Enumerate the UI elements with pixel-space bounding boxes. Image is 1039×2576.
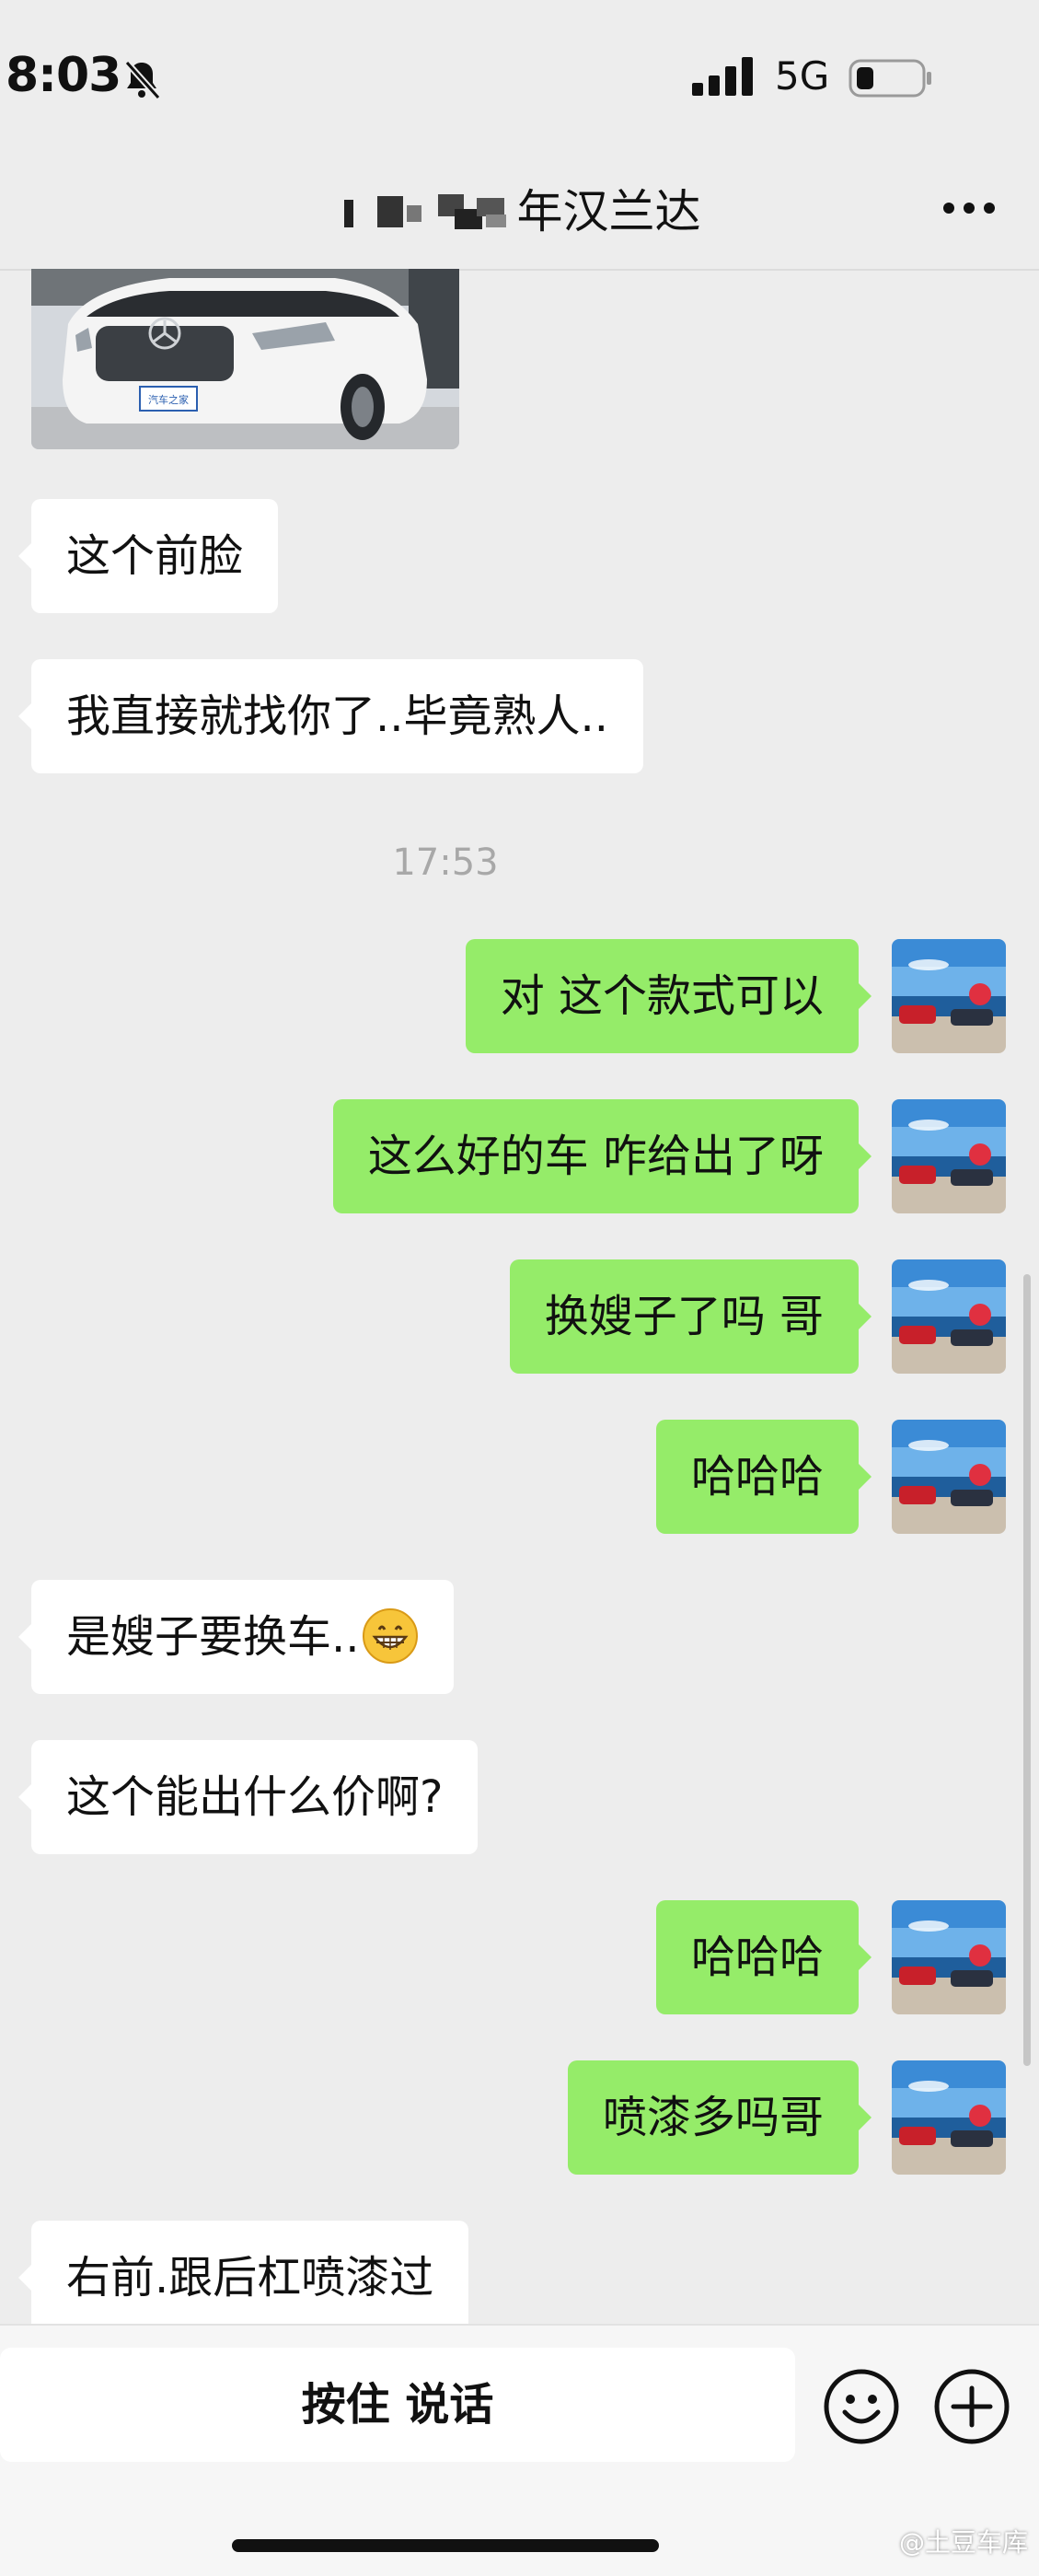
car-photo: 汽车之家 [31,269,459,449]
avatar-image [892,1259,1006,1374]
message-timestamp: 17:53 [392,841,499,884]
message-bubble-outgoing[interactable]: 这么好的车 咋给出了呀 [332,1099,872,1213]
grin-emoji-icon [362,1608,418,1664]
more-icon[interactable] [941,201,997,215]
avatar-image [892,1099,1006,1213]
status-bar: 8:03 5G [0,0,1039,147]
status-time: 8:03 [6,48,121,103]
watermark: @土豆车库 [898,2527,1028,2558]
message-bubble-outgoing[interactable]: 哈哈哈 [655,1900,872,2014]
avatar[interactable] [892,1420,1006,1534]
network-label: 5G [775,53,830,99]
car-photo-message[interactable]: 汽车之家 [31,269,459,449]
avatar[interactable] [892,1900,1006,2014]
chat-title: 年汉兰达 [0,175,1039,241]
message-list[interactable]: 汽车之家 这个前脸 我直接就找你了..毕竟熟人.. 17:53 对 这个款式可以… [0,269,1039,2324]
plus-icon[interactable] [933,2368,1010,2445]
message-bubble-incoming[interactable]: 右前.跟后杠喷漆过 [17,2221,469,2324]
redacted-name [343,193,506,229]
message-bubble-outgoing[interactable]: 喷漆多吗哥 [567,2060,872,2175]
message-bubble-incoming[interactable]: 我直接就找你了..毕竟熟人.. [17,659,644,773]
avatar-image [892,939,1006,1053]
message-text: 是嫂子要换车.. [66,1611,360,1663]
message-bubble-incoming[interactable]: 是嫂子要换车.. [18,1580,454,1694]
plate-text: 汽车之家 [148,393,189,406]
message-bubble-incoming[interactable]: 这个前脸 [17,499,279,613]
hold-to-talk-button[interactable]: 按住 说话 [0,2348,795,2462]
avatar[interactable] [892,939,1006,1053]
message-bubble-outgoing[interactable]: 换嫂子了吗 哥 [509,1259,872,1374]
signal-icon [692,57,753,96]
avatar[interactable] [892,2060,1006,2175]
message-bubble-outgoing[interactable]: 对 这个款式可以 [465,939,872,1053]
bell-slash-icon [124,60,161,100]
scrollbar[interactable] [1023,1274,1031,2066]
message-bubble-outgoing[interactable]: 哈哈哈 [655,1420,872,1534]
avatar[interactable] [892,1099,1006,1213]
battery-icon [849,59,931,98]
input-bar: 按住 说话 [0,2324,1039,2576]
avatar-image [892,1900,1006,2014]
avatar[interactable] [892,1259,1006,1374]
avatar-image [892,1420,1006,1534]
home-indicator[interactable] [232,2539,659,2552]
chat-header: 年汉兰达 [0,147,1039,271]
chat-title-text: 年汉兰达 [516,185,701,238]
message-bubble-incoming[interactable]: 这个能出什么价啊? [17,1740,479,1854]
emoji-face-icon[interactable] [823,2368,900,2445]
avatar-image [892,2060,1006,2175]
